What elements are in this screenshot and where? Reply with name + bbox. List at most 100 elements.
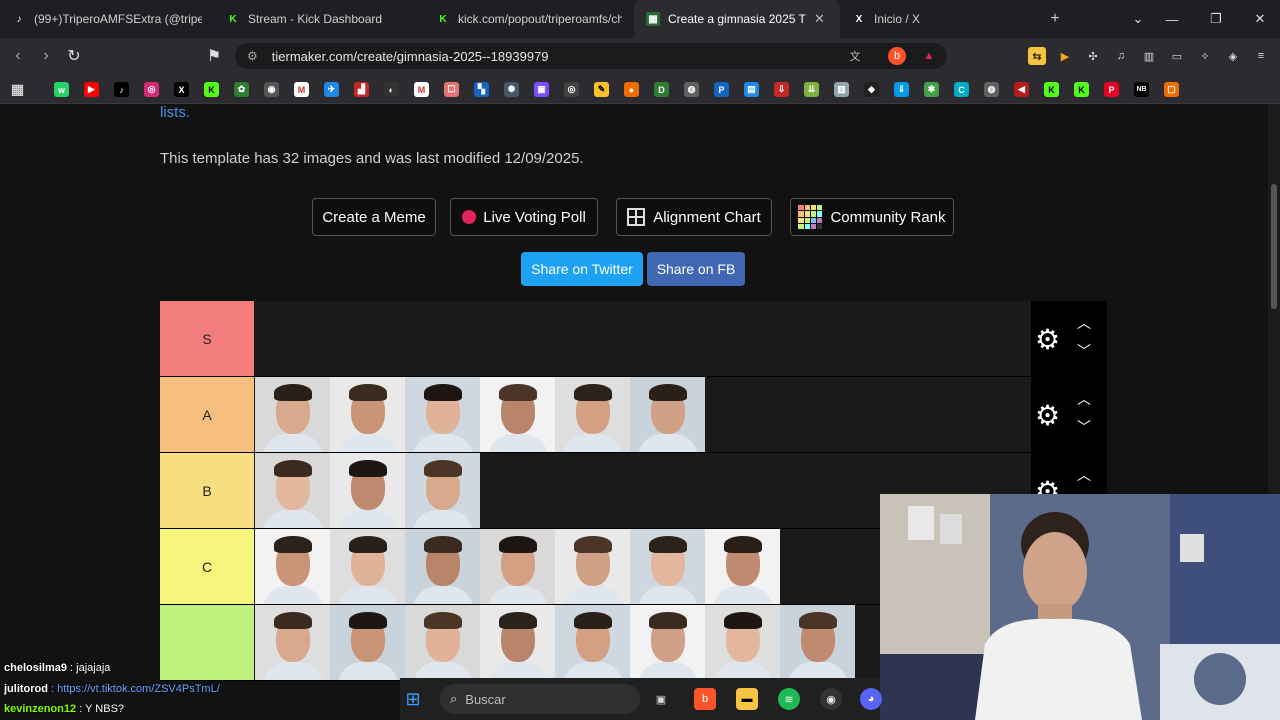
player-photo[interactable]	[405, 529, 480, 604]
player-photo[interactable]	[330, 529, 405, 604]
download-icon[interactable]: ⇊	[804, 82, 819, 97]
player-photo[interactable]	[780, 605, 855, 680]
whatsapp-icon[interactable]: w	[54, 82, 69, 97]
player-photo[interactable]	[330, 453, 405, 528]
url-field[interactable]: ⚙ tiermaker.com/create/gimnasia-2025--18…	[235, 43, 947, 69]
player-photo[interactable]	[555, 377, 630, 452]
wallet-icon[interactable]: ▭	[1168, 47, 1186, 65]
gmail-icon[interactable]: M	[414, 82, 429, 97]
chevron-up-icon[interactable]: ︿	[1077, 389, 1091, 409]
download-icon[interactable]: ⇩	[774, 82, 789, 97]
player-photo[interactable]	[405, 605, 480, 680]
bookmark-icon[interactable]: ▥	[834, 82, 849, 97]
windows-start-icon[interactable]: ⊞	[402, 688, 424, 710]
reload-icon[interactable]: ↻	[60, 46, 88, 66]
taskbar-search[interactable]: ⌕ Buscar	[440, 684, 640, 714]
scrollbar-thumb[interactable]	[1271, 184, 1277, 309]
pinterest-icon[interactable]: P	[1104, 82, 1119, 97]
player-photo[interactable]	[480, 605, 555, 680]
bookmark-icon[interactable]: ✺	[504, 82, 519, 97]
player-photo[interactable]	[330, 377, 405, 452]
share-fb-button[interactable]: Share on FB	[647, 252, 745, 286]
bookmark-icon[interactable]: ◎	[564, 82, 579, 97]
github-icon[interactable]: ◐	[384, 82, 399, 97]
chevron-down-icon[interactable]: ﹀	[1077, 341, 1091, 361]
bookmark-icon[interactable]: ◀	[1014, 82, 1029, 97]
kick-icon[interactable]: K	[204, 82, 219, 97]
file-explorer-icon[interactable]: ▬	[736, 688, 758, 710]
extension-icon[interactable]: ⇆	[1028, 47, 1046, 65]
restore-icon[interactable]: ❐	[1196, 0, 1236, 38]
menu-icon[interactable]: ≡	[1252, 47, 1270, 65]
bookmark-icon[interactable]: ▣	[534, 82, 549, 97]
bookmark-icon[interactable]: ✈	[324, 82, 339, 97]
tiktok-icon[interactable]: ♪	[114, 82, 129, 97]
forward-arrow-icon[interactable]: ›	[32, 47, 60, 65]
player-photo[interactable]	[255, 453, 330, 528]
player-photo[interactable]	[555, 605, 630, 680]
player-photo[interactable]	[630, 529, 705, 604]
site-info-icon[interactable]: ⚙	[247, 49, 258, 63]
youtube-icon[interactable]: ▶	[84, 82, 99, 97]
chart-icon[interactable]: ▟	[354, 82, 369, 97]
spotify-icon[interactable]: ≋	[778, 688, 800, 710]
apps-grid-icon[interactable]: ▦	[10, 81, 25, 97]
player-photo[interactable]	[255, 529, 330, 604]
player-photo[interactable]	[255, 377, 330, 452]
back-arrow-icon[interactable]: ‹	[4, 47, 32, 65]
chevron-up-icon[interactable]: ︿	[1077, 313, 1091, 333]
bookmark-icon[interactable]: C	[954, 82, 969, 97]
player-photo[interactable]	[555, 529, 630, 604]
bookmark-icon[interactable]: ✿	[234, 82, 249, 97]
download-icon[interactable]: ⇓	[894, 82, 909, 97]
player-photo[interactable]	[480, 529, 555, 604]
gear-icon[interactable]: ⚙	[1035, 323, 1060, 356]
music-icon[interactable]: ♫	[1112, 47, 1130, 65]
paypal-icon[interactable]: P	[714, 82, 729, 97]
vpn-icon[interactable]: ◈	[1224, 47, 1242, 65]
bookmark-icon[interactable]: ●	[624, 82, 639, 97]
bookmark-icon[interactable]: ⚑	[200, 46, 228, 66]
translate-icon[interactable]: 文	[846, 47, 864, 65]
docs-icon[interactable]: ▤	[744, 82, 759, 97]
new-tab-plus-icon[interactable]: +	[1040, 10, 1070, 28]
sidebar-icon[interactable]: ▥	[1140, 47, 1158, 65]
lists-link[interactable]: lists.	[160, 104, 190, 121]
kick-icon[interactable]: K	[1044, 82, 1059, 97]
puzzle-icon[interactable]: ✣	[1084, 47, 1102, 65]
discord-icon[interactable]: ◕	[860, 688, 882, 710]
bookmark-icon[interactable]: ◉	[264, 82, 279, 97]
player-photo[interactable]	[405, 377, 480, 452]
live-voting-poll-button[interactable]: Live Voting Poll	[450, 198, 598, 236]
bookmark-icon[interactable]: ✎	[594, 82, 609, 97]
player-photo[interactable]	[705, 529, 780, 604]
window-close-icon[interactable]: ✕	[1240, 0, 1280, 38]
community-rank-button[interactable]: Community Rank	[790, 198, 954, 236]
bookmark-icon[interactable]: ▚	[474, 82, 489, 97]
tier-label[interactable]: S	[160, 301, 254, 376]
bookmark-icon[interactable]: D	[654, 82, 669, 97]
bookmark-icon[interactable]: ◆	[864, 82, 879, 97]
player-photo[interactable]	[630, 605, 705, 680]
x-icon[interactable]: X	[174, 82, 189, 97]
tab-x[interactable]: X Inicio / X	[840, 0, 1040, 38]
task-view-icon[interactable]: ▣	[650, 688, 672, 710]
tab-kick-dashboard[interactable]: K Stream - Kick Dashboard	[214, 0, 424, 38]
kick-icon[interactable]: K	[1074, 82, 1089, 97]
gmail-icon[interactable]: M	[294, 82, 309, 97]
tier-label[interactable]: B	[160, 453, 254, 528]
brave-shield-icon[interactable]: b	[888, 47, 906, 65]
player-photo[interactable]	[480, 377, 555, 452]
tab-tiermaker[interactable]: ▦ Create a gimnasia 2025 Tier ✕	[634, 0, 840, 38]
nba-icon[interactable]: NB	[1134, 82, 1149, 97]
gear-icon[interactable]: ⚙	[1035, 399, 1060, 432]
tab-kick-popout[interactable]: K kick.com/popout/triperoamfs/ch	[424, 0, 634, 38]
tier-label[interactable]: C	[160, 529, 254, 604]
bookmark-icon[interactable]: ☐	[444, 82, 459, 97]
tab-tiktok[interactable]: ♪ (99+)TriperoAMFSExtra (@tripero	[0, 0, 214, 38]
alignment-chart-button[interactable]: Alignment Chart	[616, 198, 772, 236]
bookmark-icon[interactable]: ▢	[1164, 82, 1179, 97]
chevron-down-icon[interactable]: ﹀	[1077, 417, 1091, 437]
player-photo[interactable]	[405, 453, 480, 528]
obs-icon[interactable]: ◉	[820, 688, 842, 710]
